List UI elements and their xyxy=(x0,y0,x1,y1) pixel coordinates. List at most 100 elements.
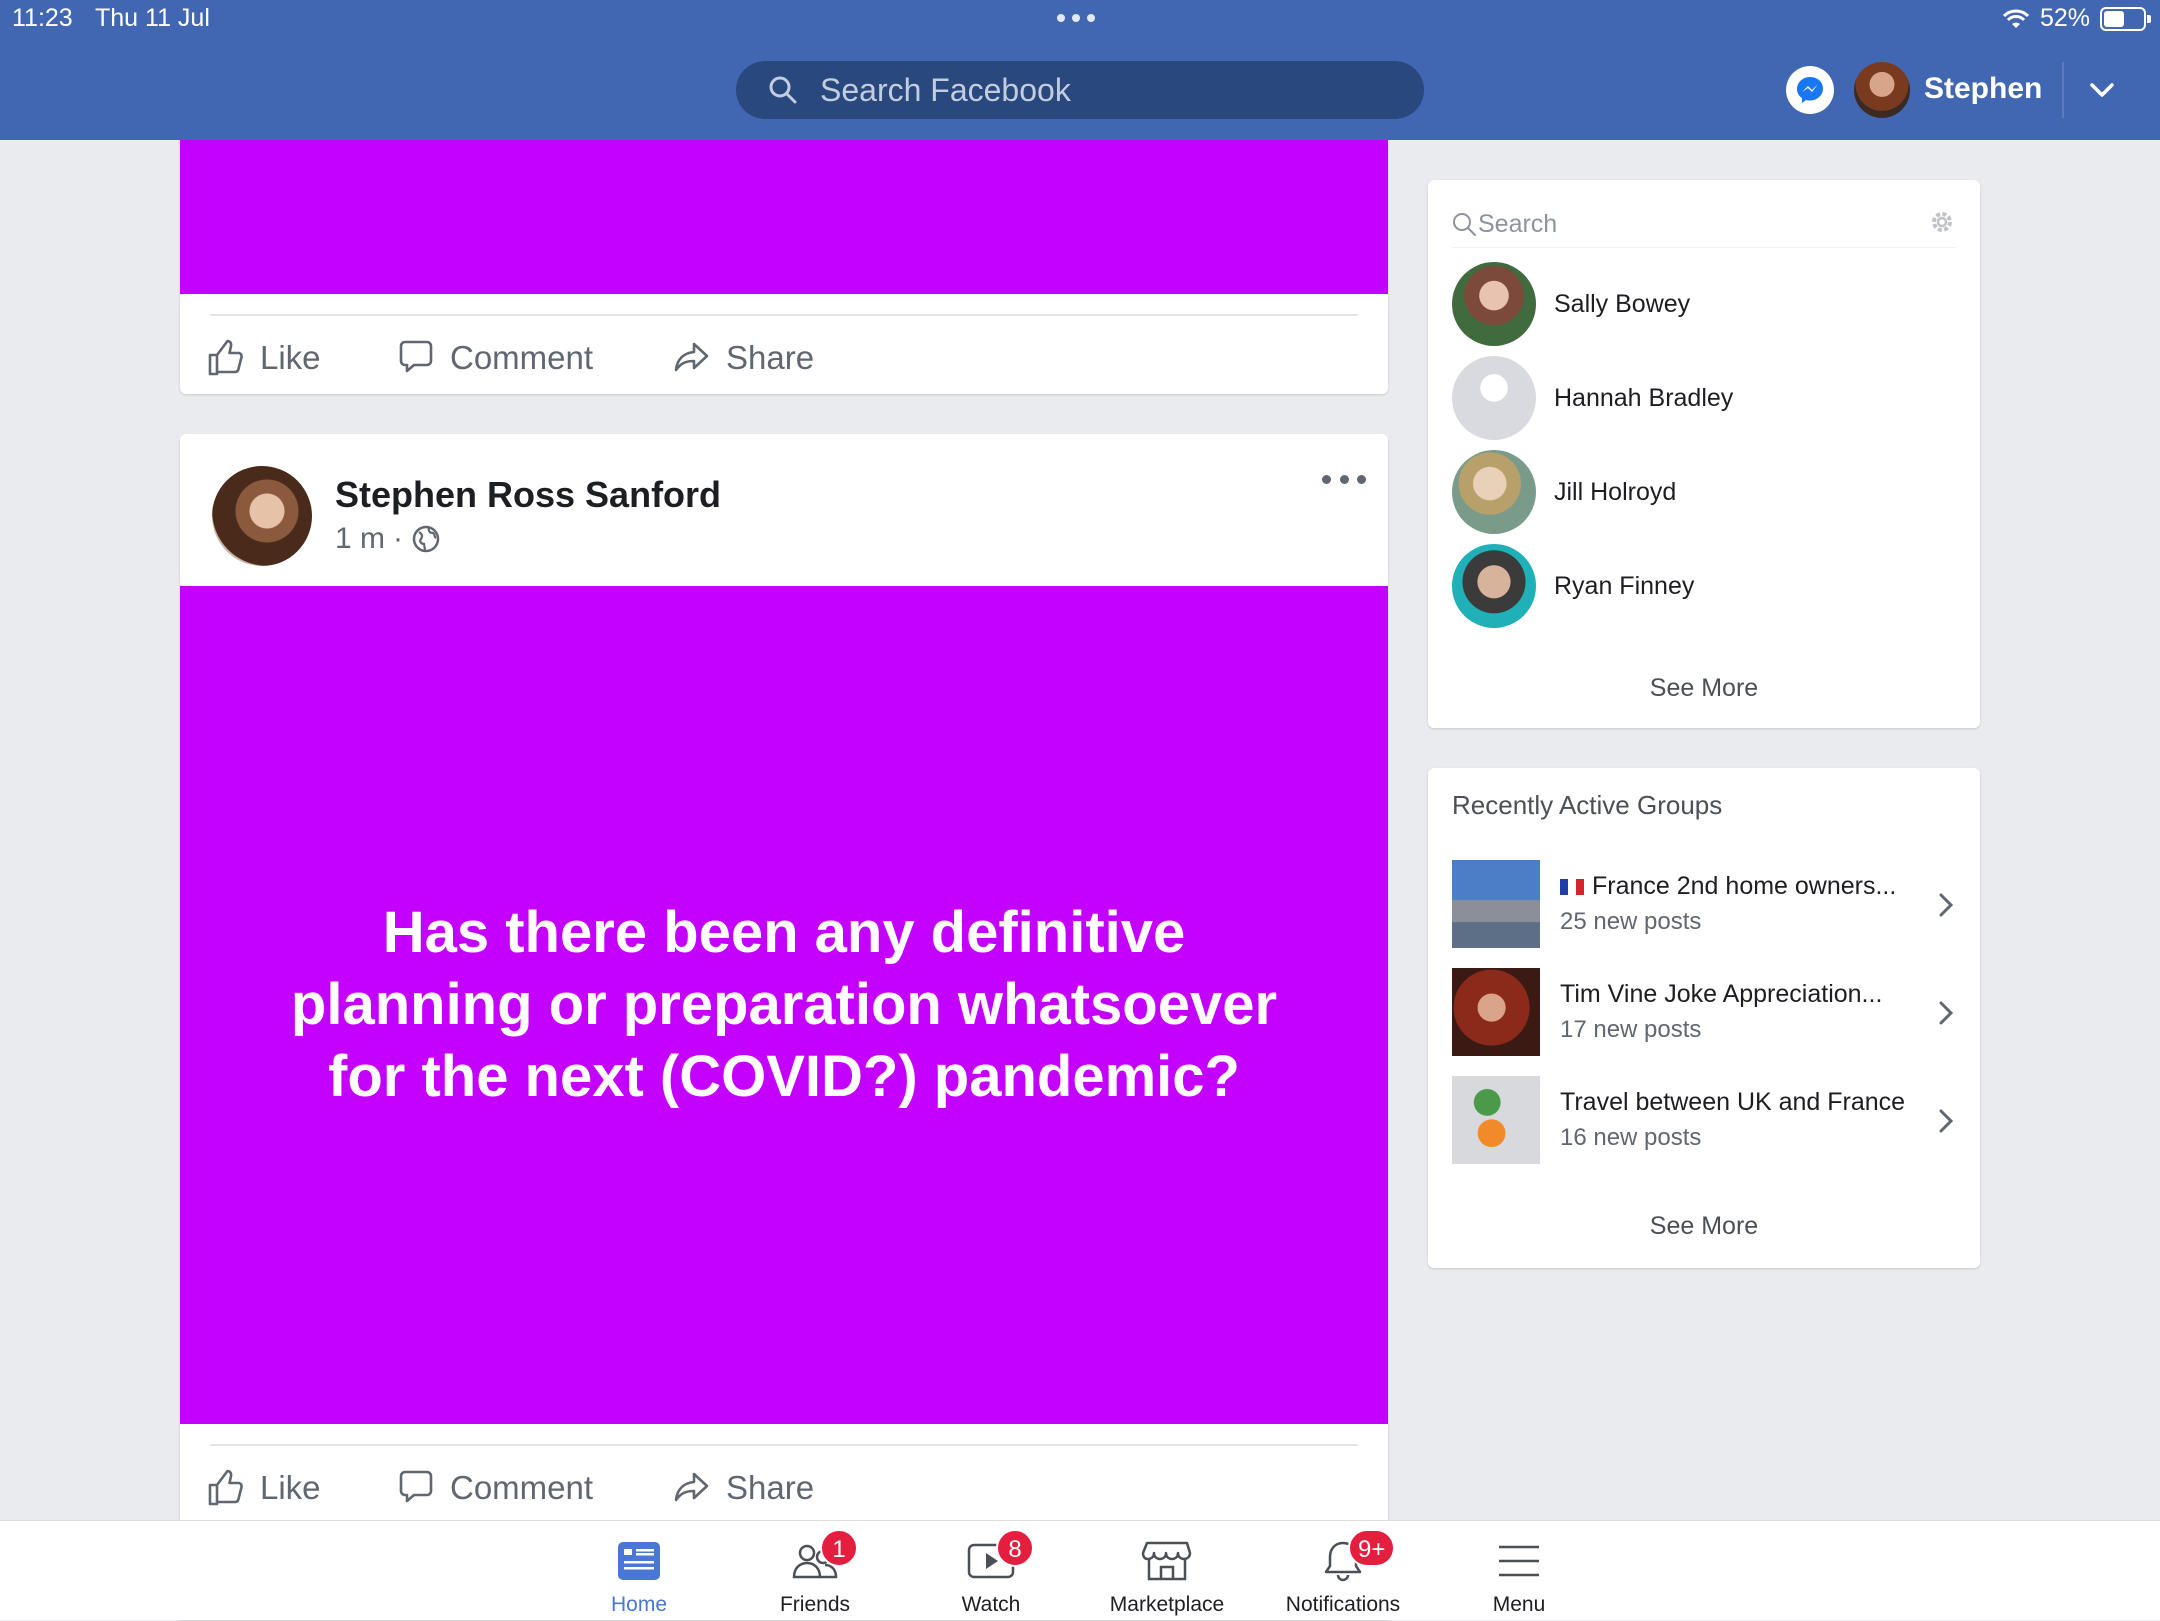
contact-avatar xyxy=(1452,450,1536,534)
search-icon xyxy=(1453,212,1476,236)
notification-badge: 8 xyxy=(996,1529,1034,1567)
tab-label: Friends xyxy=(779,1593,851,1616)
home-news-feed-icon xyxy=(618,1542,660,1580)
chevron-right-icon xyxy=(1939,1001,1954,1025)
contact-avatar xyxy=(1452,544,1536,628)
group-name-row: France 2nd home owners... xyxy=(1560,872,1896,901)
profile-avatar[interactable] xyxy=(1854,62,1910,118)
wifi-icon xyxy=(2002,9,2030,28)
like-icon xyxy=(208,1469,243,1506)
group-name: Tim Vine Joke Appreciation... xyxy=(1560,980,1883,1008)
author-name[interactable]: Stephen Ross Sanford xyxy=(335,474,721,516)
tab-menu[interactable]: Menu xyxy=(1444,1521,1594,1621)
status-date: Thu 11 Jul xyxy=(95,4,210,32)
like-button[interactable]: Like xyxy=(206,328,396,388)
contacts-search-placeholder: Search xyxy=(1478,210,1558,238)
share-button[interactable]: Share xyxy=(672,1458,814,1518)
group-item[interactable]: Tim Vine Joke Appreciation... 17 new pos… xyxy=(1452,968,1956,1058)
like-button[interactable]: Like xyxy=(206,1458,396,1518)
tab-marketplace[interactable]: Marketplace xyxy=(1092,1521,1242,1621)
group-post-count: 16 new posts xyxy=(1560,1124,1702,1151)
comment-label: Comment xyxy=(450,1469,594,1506)
post-card-previous: Like Comment Share xyxy=(180,140,1388,394)
group-thumbnail xyxy=(1452,860,1540,948)
search-icon xyxy=(769,76,797,104)
comment-button[interactable]: Comment xyxy=(396,1458,672,1518)
contact-item[interactable]: Ryan Finney xyxy=(1452,544,1694,628)
battery-percent: 52% xyxy=(2039,4,2090,32)
top-bar: 11:23 Thu 11 Jul 52% Search Facebook Ste… xyxy=(0,0,2160,140)
tab-watch[interactable]: 8 Watch xyxy=(916,1521,1066,1621)
like-label: Like xyxy=(260,1469,321,1506)
contact-name: Jill Holroyd xyxy=(1554,477,1677,506)
group-post-count: 17 new posts xyxy=(1560,1016,1702,1043)
gear-icon[interactable] xyxy=(1928,208,1956,236)
comment-icon xyxy=(399,340,433,373)
like-label: Like xyxy=(260,339,321,376)
notification-badge: 1 xyxy=(820,1529,858,1567)
multitasking-dots[interactable] xyxy=(1057,14,1095,22)
share-icon xyxy=(674,1472,709,1502)
share-button[interactable]: Share xyxy=(672,328,814,388)
contacts-search-input[interactable]: Search xyxy=(1452,202,1956,248)
battery-icon xyxy=(2100,6,2151,31)
group-thumbnail xyxy=(1452,968,1540,1056)
group-item[interactable]: Travel between UK and France 16 new post… xyxy=(1452,1076,1956,1166)
share-icon xyxy=(674,342,709,372)
like-icon xyxy=(208,339,243,376)
contact-name: Sally Bowey xyxy=(1554,289,1691,318)
groups-panel: Recently Active Groups France 2nd home o… xyxy=(1428,768,1980,1268)
author-avatar[interactable] xyxy=(212,466,312,566)
post-time[interactable]: 1 m xyxy=(335,522,385,556)
group-item[interactable]: France 2nd home owners... 25 new posts xyxy=(1452,860,1956,950)
share-label: Share xyxy=(726,339,815,376)
contact-name: Hannah Bradley xyxy=(1554,383,1734,412)
contacts-panel: Search Sally Bowey Hannah Bradley Jill H… xyxy=(1428,180,1980,728)
chevron-right-icon xyxy=(1939,1109,1954,1133)
post-background xyxy=(180,140,1388,294)
contacts-see-more-button[interactable]: See More xyxy=(1428,674,1980,703)
tab-label: Home xyxy=(610,1593,668,1616)
france-flag-icon xyxy=(1560,879,1584,896)
header-divider xyxy=(2062,62,2064,118)
share-label: Share xyxy=(726,1469,815,1506)
contact-name: Ryan Finney xyxy=(1554,571,1695,600)
menu-hamburger-icon xyxy=(1499,1545,1539,1577)
notification-badge: 9+ xyxy=(1348,1529,1396,1567)
status-time: 11:23 xyxy=(12,4,73,32)
tab-friends[interactable]: 1 Friends xyxy=(740,1521,890,1621)
bottom-nav: Home 1 Friends 8 Watch Marketplace 9+ No… xyxy=(0,1520,2160,1620)
contact-item[interactable]: Jill Holroyd xyxy=(1452,450,1676,534)
post-card: Stephen Ross Sanford 1 m · Has there bee… xyxy=(180,434,1388,1620)
tab-notifications[interactable]: 9+ Notifications xyxy=(1268,1521,1418,1621)
post-actions: Like Comment Share xyxy=(206,328,814,388)
messenger-button[interactable] xyxy=(1786,66,1834,114)
contact-avatar xyxy=(1452,262,1536,346)
profile-name[interactable]: Stephen xyxy=(1924,72,2042,106)
chevron-down-icon[interactable] xyxy=(2086,74,2118,106)
group-post-count: 25 new posts xyxy=(1560,908,1702,935)
globe-icon xyxy=(412,525,440,553)
comment-icon xyxy=(399,1470,433,1503)
post-background[interactable]: Has there been any definitive planning o… xyxy=(180,586,1388,1424)
comment-button[interactable]: Comment xyxy=(396,328,672,388)
groups-see-more-button[interactable]: See More xyxy=(1428,1212,1980,1241)
tab-label: Watch xyxy=(961,1593,1021,1616)
search-placeholder: Search Facebook xyxy=(820,71,1071,108)
chevron-right-icon xyxy=(1939,893,1954,917)
post-text: Has there been any definitive planning o… xyxy=(290,900,1278,1109)
contact-avatar xyxy=(1452,356,1536,440)
groups-title: Recently Active Groups xyxy=(1452,790,1723,820)
search-input[interactable]: Search Facebook xyxy=(736,61,1424,119)
messenger-icon xyxy=(1797,77,1823,103)
group-name: Travel between UK and France xyxy=(1560,1088,1906,1116)
group-thumbnail xyxy=(1452,1076,1540,1164)
more-options-button[interactable] xyxy=(1322,464,1366,494)
contact-item[interactable]: Hannah Bradley xyxy=(1452,356,1733,440)
action-divider xyxy=(210,314,1358,316)
group-name: France 2nd home owners... xyxy=(1592,872,1897,900)
tab-home[interactable]: Home xyxy=(564,1521,714,1621)
post-actions: Like Comment Share xyxy=(206,1458,814,1518)
contact-item[interactable]: Sally Bowey xyxy=(1452,262,1690,346)
status-right: 52% xyxy=(2002,4,2151,33)
